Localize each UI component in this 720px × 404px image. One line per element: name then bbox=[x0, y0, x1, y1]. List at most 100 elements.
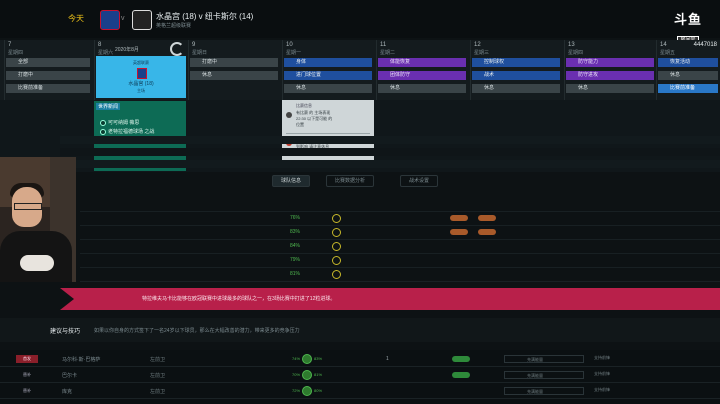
day-weekday: 星期一 bbox=[286, 50, 302, 56]
duty-option[interactable]: 支持前锋 bbox=[594, 355, 610, 361]
duty-option[interactable]: 支持前锋 bbox=[594, 387, 610, 393]
status-pill bbox=[452, 372, 470, 378]
status-pill bbox=[452, 356, 470, 362]
event-item[interactable]: 休息 bbox=[566, 84, 654, 93]
event-item[interactable]: 比赛前准备 bbox=[6, 84, 90, 93]
grid-stripe bbox=[60, 148, 720, 156]
condition-percent: 83% bbox=[290, 229, 301, 235]
duty-option[interactable]: 支持前锋 bbox=[594, 371, 610, 377]
event-item[interactable]: 休息 bbox=[658, 71, 718, 80]
event-item[interactable]: 休息 bbox=[378, 84, 466, 93]
day-weekday: 星期五 bbox=[660, 50, 676, 56]
player-role: 左前卫 bbox=[150, 373, 166, 379]
lineup-panel: 首发 马尔科·斯·巴格萨 左前卫 74% 83% 1 充满能量 支持前锋 替补 … bbox=[0, 350, 720, 404]
news-bullet-icon bbox=[100, 120, 106, 126]
match-opponent: 水晶宫 (18) bbox=[128, 81, 154, 87]
grid-stripe bbox=[60, 136, 720, 144]
event-item[interactable]: 比赛前准备 bbox=[658, 84, 718, 93]
popup-divider bbox=[286, 133, 370, 134]
day-number: 11 bbox=[380, 42, 387, 48]
player-name[interactable]: 巴尔卡 bbox=[62, 372, 77, 379]
event-item[interactable]: 打磨中 bbox=[6, 71, 90, 80]
table-row[interactable] bbox=[80, 198, 720, 212]
lineup-row[interactable]: 替补 巴尔卡 左前卫 70% 81% 充满能量 支持前锋 bbox=[0, 368, 720, 383]
filter-tab[interactable]: 战术设置 bbox=[400, 175, 439, 187]
lineup-slot: 替补 bbox=[23, 372, 31, 377]
match-venue: 主场 bbox=[137, 88, 145, 93]
day-number: 14 bbox=[660, 42, 667, 48]
player-name[interactable]: 库克 bbox=[62, 388, 72, 395]
player-role: 左前卫 bbox=[150, 389, 166, 395]
day-weekday: 星期日 bbox=[192, 50, 208, 56]
event-item[interactable]: 全部 bbox=[6, 58, 90, 67]
condition-icon bbox=[302, 386, 312, 396]
news-bullet-icon bbox=[100, 129, 106, 135]
filter-tab[interactable]: 比赛数据分析 bbox=[326, 175, 375, 187]
match-competition: 英超联赛 bbox=[133, 60, 149, 65]
status-pill bbox=[450, 229, 468, 235]
opponent-crest-icon bbox=[137, 68, 147, 79]
today-label[interactable]: 今天 bbox=[68, 13, 84, 24]
month-label: 2020年8月 bbox=[115, 47, 139, 53]
day-number: 12 bbox=[474, 42, 481, 48]
home-team-crest-icon bbox=[100, 10, 120, 30]
day-weekday: 星期四 bbox=[568, 50, 584, 56]
table-row[interactable]: 81% bbox=[80, 268, 720, 282]
condition-percent: 74% bbox=[292, 356, 301, 361]
condition-icon bbox=[332, 256, 341, 265]
event-item[interactable]: 身体 bbox=[284, 58, 372, 67]
condition-icon bbox=[332, 270, 341, 279]
table-row[interactable]: 84% bbox=[80, 240, 720, 254]
sharpness-percent: 80% bbox=[314, 388, 323, 393]
lineup-row[interactable]: 替补 库克 左前卫 72% 80% 充满能量 支持前锋 bbox=[0, 384, 720, 399]
sharpness-percent: 83% bbox=[314, 356, 323, 361]
sharpness-percent: 81% bbox=[314, 372, 323, 377]
headphones-icon bbox=[20, 255, 54, 271]
news-banner[interactable]: 特拉维夫马卡比能够在欧冠联赛中进球最多的球队之一，在3场比赛中打进了12粒进球。 bbox=[60, 288, 720, 310]
stream-watermark: 斗鱼 房间号 bbox=[668, 9, 708, 44]
condition-percent: 79% bbox=[290, 257, 301, 263]
news-line: 老特拉福德球场 之战 bbox=[108, 129, 155, 135]
event-item[interactable]: 休息 bbox=[472, 84, 560, 93]
balance-value: 4447018 bbox=[693, 42, 717, 48]
day-column[interactable]: 9 星期日 bbox=[188, 40, 281, 100]
refresh-icon[interactable] bbox=[170, 42, 184, 56]
event-item[interactable]: 防守进攻 bbox=[566, 71, 654, 80]
event-item[interactable]: 体能恢复 bbox=[378, 58, 466, 67]
vs-separator: v bbox=[121, 15, 125, 22]
table-row[interactable]: 79% bbox=[80, 254, 720, 268]
tips-title: 建议与技巧 bbox=[50, 329, 81, 335]
player-name[interactable]: 马尔科·斯·巴格萨 bbox=[62, 356, 100, 363]
banner-notch bbox=[60, 288, 74, 310]
table-row[interactable]: 83% bbox=[80, 226, 720, 240]
news-tag: 世界新闻 bbox=[96, 103, 121, 110]
role-dropdown[interactable]: 充满能量 bbox=[504, 355, 584, 363]
event-item[interactable]: 进门球位置 bbox=[284, 71, 372, 80]
condition-percent: 76% bbox=[290, 215, 301, 221]
grid-stripe bbox=[60, 160, 720, 168]
tips-text: 如果以你自身的方式签下了一名24岁以下球员，那么在大幅改善的潜力，带来更多的竞争… bbox=[94, 328, 300, 334]
match-day-card[interactable]: 英超联赛 水晶宫 (18) 主场 bbox=[96, 56, 186, 98]
event-item[interactable]: 战术 bbox=[472, 71, 560, 80]
lineup-row[interactable]: 首发 马尔科·斯·巴格萨 左前卫 74% 83% 1 充满能量 支持前锋 bbox=[0, 352, 720, 367]
condition-percent: 81% bbox=[290, 271, 301, 277]
day-weekday: 星期六 bbox=[98, 50, 114, 56]
role-dropdown[interactable]: 充满能量 bbox=[504, 387, 584, 395]
event-item[interactable]: 团体防守 bbox=[378, 71, 466, 80]
day-number: 8 bbox=[98, 42, 102, 48]
day-weekday: 星期二 bbox=[380, 50, 396, 56]
event-item[interactable]: 休息 bbox=[284, 84, 372, 93]
event-item[interactable]: 恢复活动 bbox=[658, 58, 718, 67]
event-item[interactable]: 防守能力 bbox=[566, 58, 654, 67]
day-number: 7 bbox=[8, 42, 12, 48]
event-item[interactable]: 休息 bbox=[190, 71, 278, 80]
match-title[interactable]: 水晶宫 (18) v 纽卡斯尔 (14) bbox=[156, 11, 253, 22]
popup-header: 比赛信息 bbox=[296, 103, 312, 108]
event-item[interactable]: 打磨中 bbox=[190, 58, 278, 67]
filter-tab[interactable]: 球队信息 bbox=[272, 175, 311, 187]
player-role: 左前卫 bbox=[150, 357, 166, 363]
tips-bar: 建议与技巧 如果以你自身的方式签下了一名24岁以下球员，那么在大幅改善的潜力，带… bbox=[0, 318, 720, 342]
table-row[interactable]: 76% bbox=[80, 212, 720, 226]
event-item[interactable]: 控制球权 bbox=[472, 58, 560, 67]
role-dropdown[interactable]: 充满能量 bbox=[504, 371, 584, 379]
